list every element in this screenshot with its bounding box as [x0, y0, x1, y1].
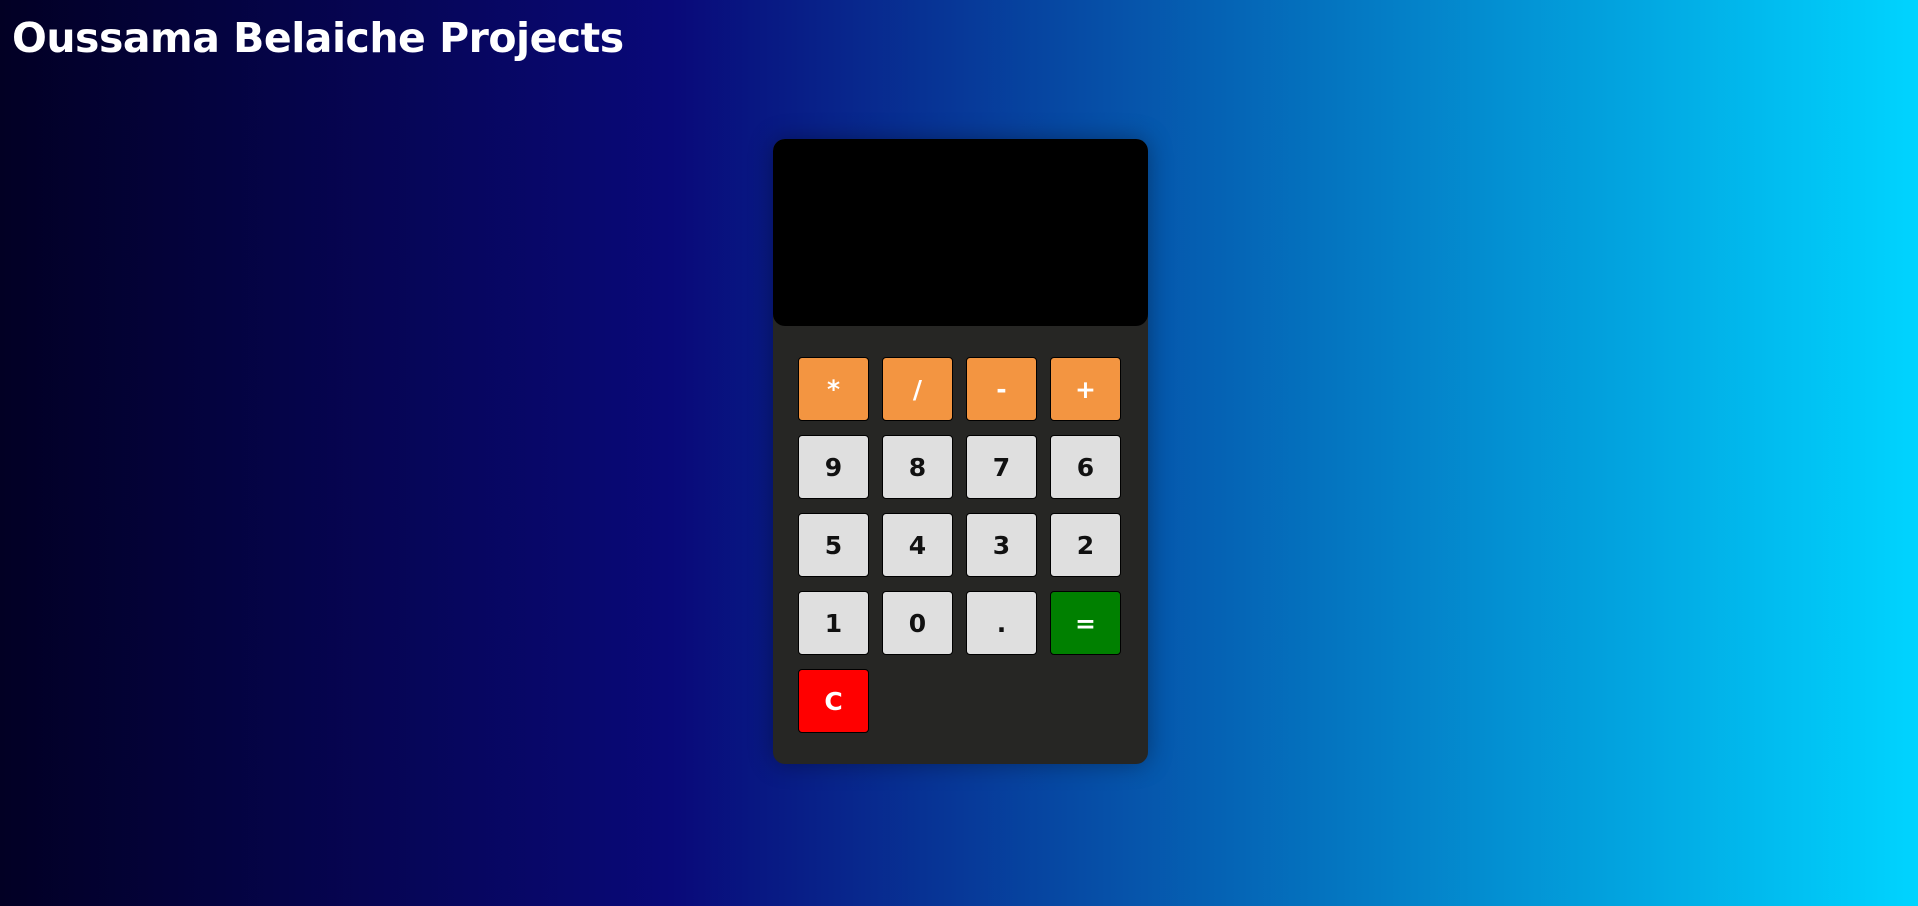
site-title: Oussama Belaiche Projects	[12, 14, 624, 62]
digit-3-button[interactable]: 3	[966, 513, 1037, 577]
digit-6-button[interactable]: 6	[1050, 435, 1121, 499]
digit-5-button[interactable]: 5	[798, 513, 869, 577]
digit-7-button[interactable]: 7	[966, 435, 1037, 499]
add-button[interactable]: +	[1050, 357, 1121, 421]
digit-8-button[interactable]: 8	[882, 435, 953, 499]
decimal-button[interactable]: .	[966, 591, 1037, 655]
digit-0-button[interactable]: 0	[882, 591, 953, 655]
calculator-display	[773, 139, 1148, 326]
keypad: * / - + 9 8 7 6 5 4 3 2 1 0 . = C	[798, 357, 1121, 733]
clear-button[interactable]: C	[798, 669, 869, 733]
subtract-button[interactable]: -	[966, 357, 1037, 421]
multiply-button[interactable]: *	[798, 357, 869, 421]
digit-1-button[interactable]: 1	[798, 591, 869, 655]
equals-button[interactable]: =	[1050, 591, 1121, 655]
digit-9-button[interactable]: 9	[798, 435, 869, 499]
divide-button[interactable]: /	[882, 357, 953, 421]
digit-4-button[interactable]: 4	[882, 513, 953, 577]
digit-2-button[interactable]: 2	[1050, 513, 1121, 577]
calculator: * / - + 9 8 7 6 5 4 3 2 1 0 . = C	[773, 139, 1148, 764]
